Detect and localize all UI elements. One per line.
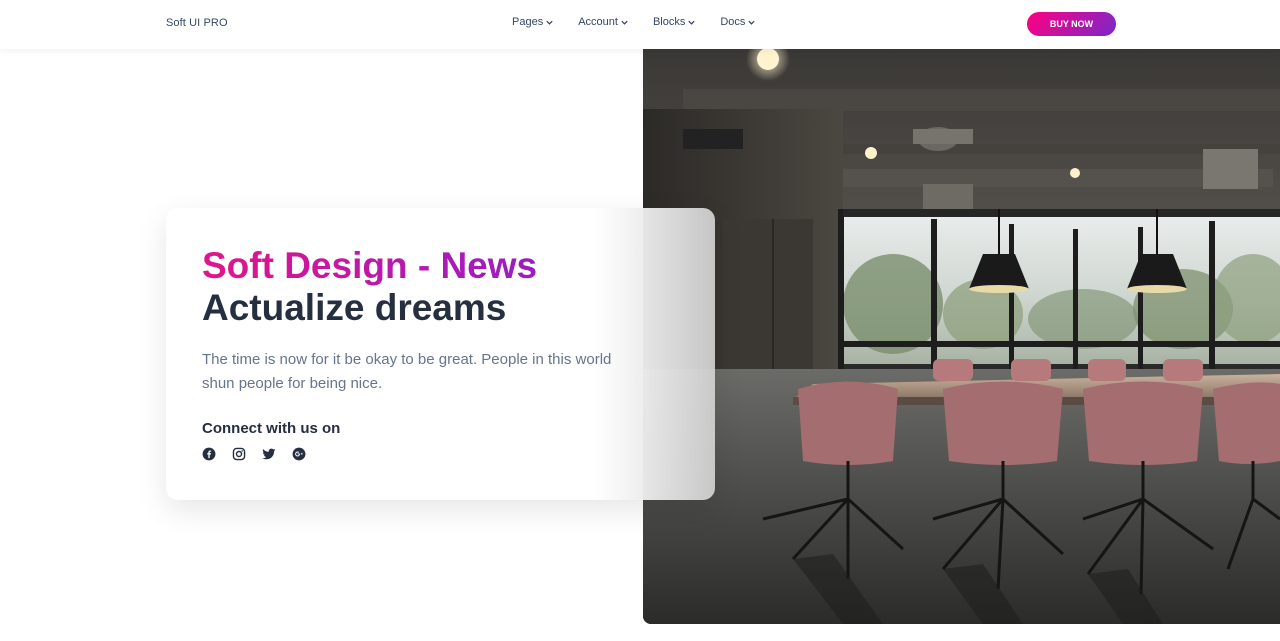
instagram-icon[interactable] — [232, 447, 246, 461]
hero-image — [643, 49, 1280, 624]
nav-item-label: Docs — [720, 16, 746, 28]
navbar: Soft UI PRO Pages Account Blocks Docs BU… — [0, 0, 1280, 49]
hero-card: Soft Design - News Actualize dreams The … — [166, 208, 715, 500]
chevron-down-icon — [688, 20, 696, 25]
nav-item-pages[interactable]: Pages — [512, 16, 554, 28]
brand-link[interactable]: Soft UI PRO — [166, 17, 228, 29]
twitter-icon[interactable] — [262, 447, 276, 461]
nav-item-label: Pages — [512, 16, 544, 28]
nav-item-label: Blocks — [652, 16, 686, 28]
facebook-icon[interactable] — [202, 447, 216, 461]
hero-description: The time is now for it be okay to be gre… — [202, 351, 612, 392]
chevron-down-icon — [748, 20, 756, 25]
hero-title-gradient: Soft Design - News — [202, 245, 538, 286]
nav-links: Pages Account Blocks Docs — [512, 16, 780, 28]
social-links — [202, 447, 306, 461]
hero-title: Actualize dreams — [202, 287, 507, 328]
buy-now-button[interactable]: BUY NOW — [1027, 12, 1116, 36]
nav-item-docs[interactable]: Docs — [720, 16, 756, 28]
connect-label: Connect with us on — [202, 420, 341, 437]
chevron-down-icon — [621, 20, 628, 25]
nav-item-account[interactable]: Account — [578, 16, 629, 28]
nav-item-blocks[interactable]: Blocks — [653, 16, 696, 28]
meeting-room-image — [643, 49, 1280, 624]
chevron-down-icon — [546, 20, 553, 25]
nav-item-label: Account — [578, 16, 618, 28]
google-plus-icon[interactable] — [292, 447, 306, 461]
